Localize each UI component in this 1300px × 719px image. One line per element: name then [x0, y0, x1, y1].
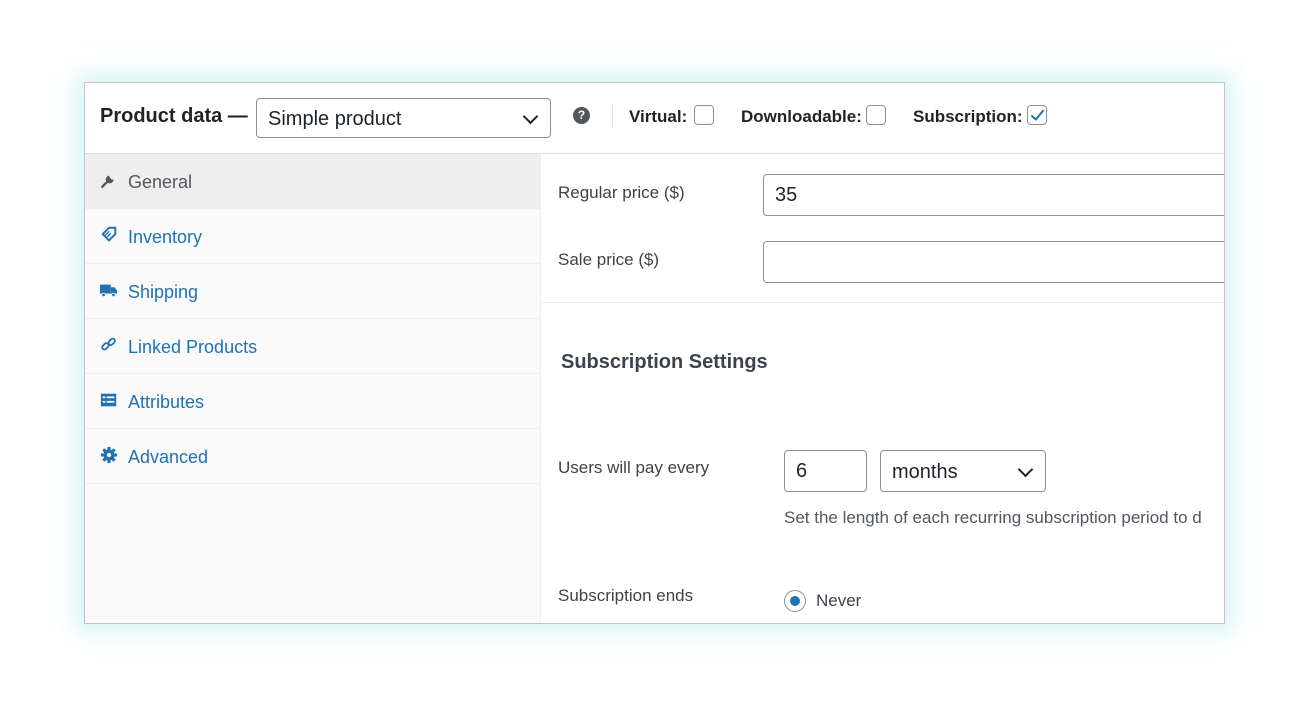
chevron-down-icon: [522, 108, 539, 125]
tab-advanced[interactable]: Advanced: [85, 429, 540, 484]
tab-label: Shipping: [128, 282, 199, 302]
tab-general[interactable]: General: [85, 154, 540, 209]
never-radio-label: Never: [816, 591, 862, 610]
sale-price-label: Sale price ($): [558, 250, 660, 269]
tag-icon: [101, 226, 117, 242]
never-radio[interactable]: [784, 590, 806, 612]
regular-price-input[interactable]: [763, 174, 1224, 216]
virtual-label: Virtual:: [629, 107, 688, 126]
billing-interval-input[interactable]: [784, 450, 867, 492]
product-data-panel: Product data — Simple product ? Virtual:…: [84, 82, 1225, 624]
regular-price-label: Regular price ($): [558, 183, 685, 202]
sale-price-input[interactable]: [763, 241, 1224, 283]
billing-period-value: months: [892, 461, 958, 483]
tab-label: Inventory: [128, 227, 203, 247]
tab-attributes[interactable]: Attributes: [85, 374, 540, 429]
pay-every-label: Users will pay every: [558, 458, 710, 477]
subscription-checkbox[interactable]: [1027, 105, 1047, 125]
tab-label: Advanced: [128, 447, 209, 467]
chevron-down-icon: [1017, 461, 1034, 478]
subscription-settings-title: Subscription Settings: [561, 351, 768, 373]
truck-icon: [100, 284, 118, 298]
downloadable-checkbox[interactable]: [866, 105, 886, 125]
panel-title: Product data —: [100, 105, 248, 127]
pay-every-help-text: Set the length of each recurring subscri…: [784, 508, 1202, 527]
product-data-header: Product data — Simple product ? Virtual:…: [85, 83, 1224, 154]
subscription-ends-label: Subscription ends: [558, 586, 694, 605]
product-data-tabs: General Inventory Shipping Linked Produc…: [85, 154, 541, 623]
billing-period-select[interactable]: months: [880, 450, 1046, 492]
page: Product data — Simple product ? Virtual:…: [0, 0, 1300, 719]
section-divider: [541, 302, 1224, 303]
link-icon: [101, 337, 116, 351]
virtual-checkbox[interactable]: [694, 105, 714, 125]
tab-inventory[interactable]: Inventory: [85, 209, 540, 264]
gear-icon: [100, 446, 118, 464]
downloadable-label: Downloadable:: [741, 107, 862, 126]
subscription-label: Subscription:: [913, 107, 1023, 126]
tab-shipping[interactable]: Shipping: [85, 264, 540, 319]
tab-label: General: [128, 172, 193, 192]
general-options-panel: Regular price ($) Sale price ($) Subscri…: [541, 154, 1224, 623]
question-circle-icon[interactable]: ?: [573, 107, 590, 124]
tab-label: Linked Products: [128, 337, 258, 357]
list-icon: [100, 393, 117, 407]
header-divider: [612, 105, 613, 127]
product-type-select[interactable]: Simple product: [256, 98, 551, 138]
tab-linked-products[interactable]: Linked Products: [85, 319, 540, 374]
product-type-value: Simple product: [268, 108, 402, 130]
tab-label: Attributes: [128, 392, 205, 412]
wrench-icon: [101, 175, 114, 188]
